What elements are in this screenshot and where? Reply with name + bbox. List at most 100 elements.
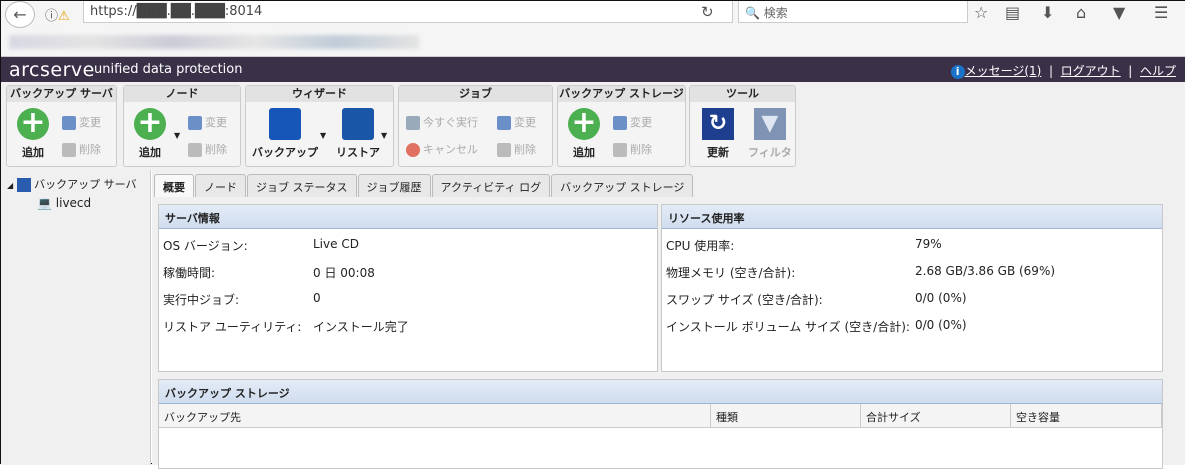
running-jobs-label: 実行中ジョブ: [163, 293, 240, 307]
modify-storage-button[interactable]: 変更 [613, 114, 652, 130]
column-total-size[interactable]: 合計サイズ [861, 404, 1011, 428]
os-version-value: Live CD [313, 237, 359, 251]
backup-wizard-button[interactable]: バックアップ [252, 108, 318, 160]
info-icon: i [950, 65, 965, 79]
caret-down-icon[interactable]: ▼ [174, 131, 180, 140]
tab-job-status[interactable]: ジョブ ステータス [247, 174, 357, 197]
tools-icon [613, 116, 627, 130]
restore-utility-label: リストア ユーティリティ: [163, 320, 302, 334]
messages-link[interactable]: メッセージ(1) [965, 64, 1042, 78]
add-node-button[interactable]: + 追加 [134, 108, 166, 160]
group-backup-server: バックアップ サーバ + 追加 変更 削除 [6, 85, 117, 167]
memory-value: 2.68 GB/3.86 GB (69%) [915, 264, 1056, 278]
info-lock-icon[interactable]: ⓘ⚠ [45, 5, 70, 24]
group-title: ノード [124, 86, 240, 102]
backup-monitor-icon [269, 108, 301, 140]
logout-link[interactable]: ログアウト [1061, 64, 1121, 78]
home-icon[interactable]: ⌂ [1076, 3, 1086, 22]
tree-root-label: バックアップ サーバ [34, 178, 137, 191]
column-type[interactable]: 種類 [711, 404, 861, 428]
pocket-icon[interactable]: ▼ [1113, 3, 1125, 22]
tree-node-livecd[interactable]: 💻 livecd [37, 196, 91, 210]
uptime-value: 0 日 00:08 [313, 266, 375, 280]
reload-icon[interactable]: ↻ [701, 3, 714, 21]
group-wizard: ウィザード バックアップ ▼ リストア ▼ [245, 85, 394, 167]
label: 変更 [205, 116, 227, 129]
tab-activity-log[interactable]: アクティビティ ログ [431, 174, 551, 197]
label: キャンセル [423, 143, 478, 156]
tab-job-history[interactable]: ジョブ履歴 [357, 174, 431, 197]
cpu-label: CPU 使用率: [666, 239, 735, 253]
label: 削除 [79, 143, 101, 156]
label: 変更 [79, 116, 101, 129]
uptime-label: 稼働時間: [163, 266, 216, 280]
trash-icon [188, 143, 202, 157]
tab-overview[interactable]: 概要 [154, 174, 194, 197]
label: バックアップ [252, 146, 318, 159]
label: 追加 [139, 146, 161, 159]
tools-icon [497, 116, 511, 130]
bookmarks-bar-blurred [9, 35, 419, 49]
memory-label: 物理メモリ (空き/合計): [666, 266, 796, 280]
help-link[interactable]: ヘルプ [1140, 64, 1176, 78]
search-input[interactable]: 🔍 検索 [738, 1, 968, 23]
reading-list-icon[interactable]: ▤ [1005, 3, 1020, 22]
tab-nodes[interactable]: ノード [195, 174, 246, 197]
label: 削除 [630, 143, 652, 156]
run-now-button[interactable]: 今すぐ実行 [406, 114, 478, 130]
group-storage: バックアップ ストレージ + 追加 変更 削除 [557, 85, 686, 167]
add-storage-button[interactable]: + 追加 [568, 108, 600, 160]
server-tree: ◢ バックアップ サーバ 💻 livecd [1, 170, 151, 465]
label: 削除 [514, 143, 536, 156]
caret-down-icon[interactable]: ▼ [381, 131, 387, 140]
trash-icon [613, 143, 627, 157]
url-bar[interactable]: https://███.██.███:8014 [83, 1, 733, 23]
app-header: arcserve unified data protection i メッセージ(… [1, 57, 1185, 82]
tree-root[interactable]: ◢ バックアップ サーバ [7, 176, 137, 192]
storage-table-header: バックアップ先 種類 合計サイズ 空き容量 [159, 404, 1162, 428]
download-icon[interactable]: ⬇ [1041, 3, 1054, 22]
search-placeholder: 検索 [763, 6, 788, 20]
modify-server-button[interactable]: 変更 [62, 114, 101, 130]
install-volume-label: インストール ボリューム サイズ (空き/合計): [666, 320, 910, 334]
plus-icon: + [17, 108, 49, 140]
trash-icon [62, 143, 76, 157]
label: リストア [336, 146, 380, 159]
tab-bar: 概要 ノード ジョブ ステータス ジョブ履歴 アクティビティ ログ バックアップ ストレー… [154, 174, 694, 197]
backup-storage-panel: バックアップ ストレージ バックアップ先 種類 合計サイズ 空き容量 [158, 379, 1163, 469]
group-title: ウィザード [246, 86, 393, 102]
ribbon-toolbar: バックアップ サーバ + 追加 変更 削除 ノード + 追加 ▼ 変更 削除 ウィザ… [1, 82, 1185, 170]
refresh-icon: ↻ [702, 108, 734, 140]
computer-icon: 💻 [37, 196, 52, 210]
group-node: ノード + 追加 ▼ 変更 削除 [123, 85, 241, 167]
column-destination[interactable]: バックアップ先 [159, 404, 711, 428]
tab-backup-storage[interactable]: バックアップ ストレージ [551, 174, 694, 197]
product-name: unified data protection [94, 62, 243, 77]
restore-utility-value: インストール完了 [313, 320, 409, 334]
modify-job-button[interactable]: 変更 [497, 114, 536, 130]
run-icon [406, 116, 420, 130]
main-content: 概要 ノード ジョブ ステータス ジョブ履歴 アクティビティ ログ バックアップ ストレー… [152, 170, 1185, 469]
refresh-button[interactable]: ↻ 更新 [702, 108, 734, 160]
delete-job-button[interactable]: 削除 [497, 141, 536, 157]
trash-icon [497, 143, 511, 157]
group-title: バックアップ サーバ [7, 86, 116, 102]
restore-wizard-button[interactable]: リストア [336, 108, 380, 160]
filter-button[interactable]: ▼ フィルタ [748, 108, 792, 160]
caret-down-icon[interactable]: ▼ [320, 131, 326, 140]
cancel-job-button[interactable]: キャンセル [406, 141, 478, 157]
modify-node-button[interactable]: 変更 [188, 114, 227, 130]
menu-icon[interactable]: ☰ [1154, 3, 1168, 22]
delete-node-button[interactable]: 削除 [188, 141, 227, 157]
panel-title: リソース使用率 [662, 205, 1162, 229]
delete-storage-button[interactable]: 削除 [613, 141, 652, 157]
install-volume-value: 0/0 (0%) [915, 318, 967, 332]
group-title: バックアップ ストレージ [558, 86, 685, 102]
add-server-button[interactable]: + 追加 [17, 108, 49, 160]
back-button[interactable]: ← [5, 1, 35, 28]
delete-server-button[interactable]: 削除 [62, 141, 101, 157]
server-info-panel: サーバ情報 OS バージョン: Live CD 稼働時間: 0 日 00:08 実行… [158, 204, 658, 372]
column-free-space[interactable]: 空き容量 [1011, 404, 1162, 428]
bookmark-star-icon[interactable]: ☆ [974, 3, 988, 22]
plus-icon: + [568, 108, 600, 140]
